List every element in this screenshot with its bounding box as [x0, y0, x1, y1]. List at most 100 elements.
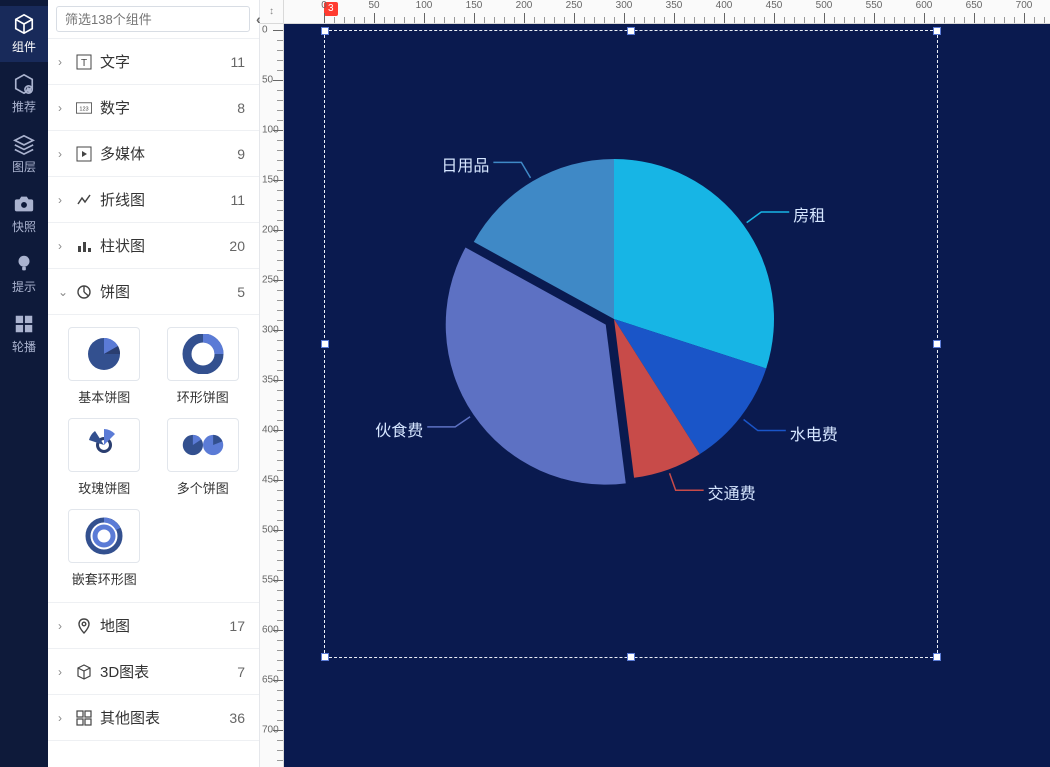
other-icon	[74, 708, 94, 728]
rail-item-carousel[interactable]: 轮播	[0, 306, 48, 362]
bar-icon	[74, 236, 94, 256]
rail-item-tips[interactable]: 提示	[0, 246, 48, 302]
text-icon: T	[74, 52, 94, 72]
rail-label: 快照	[12, 218, 36, 235]
category-count: 9	[237, 146, 245, 162]
camera-icon	[13, 193, 35, 215]
category-row-number[interactable]: ›123数字8	[48, 85, 259, 131]
thumb-label: 玫瑰饼图	[78, 478, 130, 497]
category-row-map[interactable]: › 地图17	[48, 603, 259, 649]
selection-handle[interactable]	[321, 340, 329, 348]
category-row-3d[interactable]: › 3D图表7	[48, 649, 259, 695]
panel-header: «	[48, 0, 259, 39]
category-count: 17	[229, 618, 245, 634]
thumb-label: 嵌套环形图	[72, 569, 137, 588]
category-label: 3D图表	[100, 661, 237, 682]
component-panel: « ›T文字11›123数字8›多媒体9›折线图11›柱状图20⌄饼图5基本饼图…	[48, 0, 260, 767]
thumb-preview	[68, 327, 140, 381]
svg-text:AI: AI	[26, 87, 30, 92]
category-row-line[interactable]: › 折线图11	[48, 177, 259, 223]
cube-icon	[13, 13, 35, 35]
thumb-preview	[68, 509, 140, 563]
selection-handle[interactable]	[627, 27, 635, 35]
rail-item-recommend[interactable]: AI 推荐	[0, 66, 48, 122]
chevron-right-icon: ›	[58, 147, 74, 161]
chart-thumb-nested[interactable]: 嵌套环形图	[62, 509, 147, 588]
ruler-corner[interactable]: ↕	[260, 0, 284, 24]
category-count: 7	[237, 664, 245, 680]
category-count: 11	[230, 54, 245, 70]
component-filter-input[interactable]	[56, 6, 250, 32]
selection-handle[interactable]	[321, 27, 329, 35]
rail-item-layers[interactable]: 图层	[0, 126, 48, 182]
category-row-media[interactable]: › 多媒体9	[48, 131, 259, 177]
category-label: 饼图	[100, 281, 237, 302]
left-rail: 组件 AI 推荐 图层 快照 提示 轮播	[0, 0, 48, 767]
category-count: 5	[237, 284, 245, 300]
selection-handle[interactable]	[933, 340, 941, 348]
thumb-preview	[167, 327, 239, 381]
category-label: 多媒体	[100, 143, 237, 164]
pie-slice-label: 水电费	[790, 421, 838, 445]
selection-handle[interactable]	[933, 27, 941, 35]
map-icon	[74, 616, 94, 636]
chart-thumb-basic[interactable]: 基本饼图	[62, 327, 147, 406]
category-row-bar[interactable]: › 柱状图20	[48, 223, 259, 269]
chevron-right-icon: ›	[58, 239, 74, 253]
category-label: 其他图表	[100, 707, 229, 728]
rail-item-components[interactable]: 组件	[0, 6, 48, 62]
chevron-right-icon: ›	[58, 619, 74, 633]
category-label: 地图	[100, 615, 229, 636]
selection-handle[interactable]	[627, 653, 635, 661]
pie-thumbnail-grid: 基本饼图 环形饼图玫瑰饼图 多个饼图嵌套环形图	[48, 315, 259, 603]
category-label: 柱状图	[100, 235, 229, 256]
chart-thumb-donut[interactable]: 环形饼图	[161, 327, 246, 406]
canvas-stage: ↕ 3 050100150200250300350400450500550600…	[260, 0, 1050, 767]
rail-label: 图层	[12, 158, 36, 175]
category-label: 折线图	[100, 189, 230, 210]
layers-icon	[13, 133, 35, 155]
media-icon	[74, 144, 94, 164]
bulb-icon	[13, 253, 35, 275]
category-row-pie[interactable]: ⌄ 饼图5	[48, 269, 259, 315]
chevron-right-icon: ›	[58, 665, 74, 679]
number-icon: 123	[74, 98, 94, 118]
chevron-right-icon: ›	[58, 711, 74, 725]
design-canvas[interactable]: 房租水电费交通费 伙食费 日用品	[284, 24, 1050, 767]
category-count: 8	[237, 100, 245, 116]
selection-handle[interactable]	[321, 653, 329, 661]
chevron-right-icon: ›	[58, 55, 74, 69]
category-count: 20	[229, 238, 245, 254]
chart-thumb-multi[interactable]: 多个饼图	[161, 418, 246, 497]
svg-text:T: T	[81, 58, 87, 69]
rail-label: 推荐	[12, 98, 36, 115]
selection-handle[interactable]	[933, 653, 941, 661]
category-row-other[interactable]: › 其他图表36	[48, 695, 259, 741]
pie-slice-label: 交通费	[708, 480, 756, 504]
pie-chart[interactable]: 房租水电费交通费伙食费日用品	[449, 154, 779, 484]
rail-label: 组件	[12, 38, 36, 55]
vertical-ruler[interactable]: 0501001502002503003504004505005506006507…	[260, 24, 284, 767]
grid-icon	[13, 313, 35, 335]
chart-thumb-rose[interactable]: 玫瑰饼图	[62, 418, 147, 497]
pie-icon	[74, 282, 94, 302]
thumb-label: 基本饼图	[78, 387, 130, 406]
thumb-preview	[68, 418, 140, 472]
category-row-text[interactable]: › T 文字11	[48, 39, 259, 85]
category-label: 数字	[100, 97, 237, 118]
horizontal-ruler[interactable]: 3 05010015020025030035040045050055060065…	[284, 0, 1050, 24]
chevron-right-icon: ›	[58, 193, 74, 207]
component-tree: ›T文字11›123数字8›多媒体9›折线图11›柱状图20⌄饼图5基本饼图环形…	[48, 39, 259, 767]
pie-slice-label: 伙食费	[375, 417, 423, 441]
category-label: 文字	[100, 51, 230, 72]
chevron-down-icon: ⌄	[58, 285, 74, 299]
thumb-label: 环形饼图	[177, 387, 229, 406]
category-count: 36	[229, 710, 245, 726]
thumb-preview	[167, 418, 239, 472]
category-count: 11	[230, 192, 245, 208]
pie-slice-label: 房租	[793, 202, 825, 226]
rail-label: 提示	[12, 278, 36, 295]
rail-item-snapshot[interactable]: 快照	[0, 186, 48, 242]
pie-slice-label: 日用品	[441, 152, 489, 176]
thumb-label: 多个饼图	[177, 478, 229, 497]
